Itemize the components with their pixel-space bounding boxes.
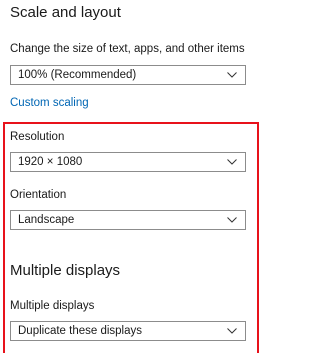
section-title-multiple-displays: Multiple displays <box>10 262 121 279</box>
multiple-displays-dropdown-value: Duplicate these displays <box>18 325 143 337</box>
chevron-down-icon <box>227 159 237 165</box>
chevron-down-icon <box>227 217 237 223</box>
scale-dropdown[interactable]: 100% (Recommended) <box>10 65 246 85</box>
section-title-scale-layout: Scale and layout <box>10 4 121 21</box>
chevron-down-icon <box>227 72 237 78</box>
orientation-dropdown[interactable]: Landscape <box>10 210 246 230</box>
resolution-dropdown-value: 1920 × 1080 <box>18 156 83 168</box>
multiple-displays-label: Multiple displays <box>10 300 95 312</box>
size-label: Change the size of text, apps, and other… <box>10 43 245 55</box>
orientation-dropdown-value: Landscape <box>18 214 75 226</box>
multiple-displays-dropdown[interactable]: Duplicate these displays <box>10 321 246 341</box>
orientation-label: Orientation <box>10 189 67 201</box>
chevron-down-icon <box>227 328 237 334</box>
custom-scaling-link[interactable]: Custom scaling <box>10 97 89 109</box>
scale-dropdown-value: 100% (Recommended) <box>18 69 137 81</box>
resolution-dropdown[interactable]: 1920 × 1080 <box>10 152 246 172</box>
resolution-label: Resolution <box>10 131 65 143</box>
